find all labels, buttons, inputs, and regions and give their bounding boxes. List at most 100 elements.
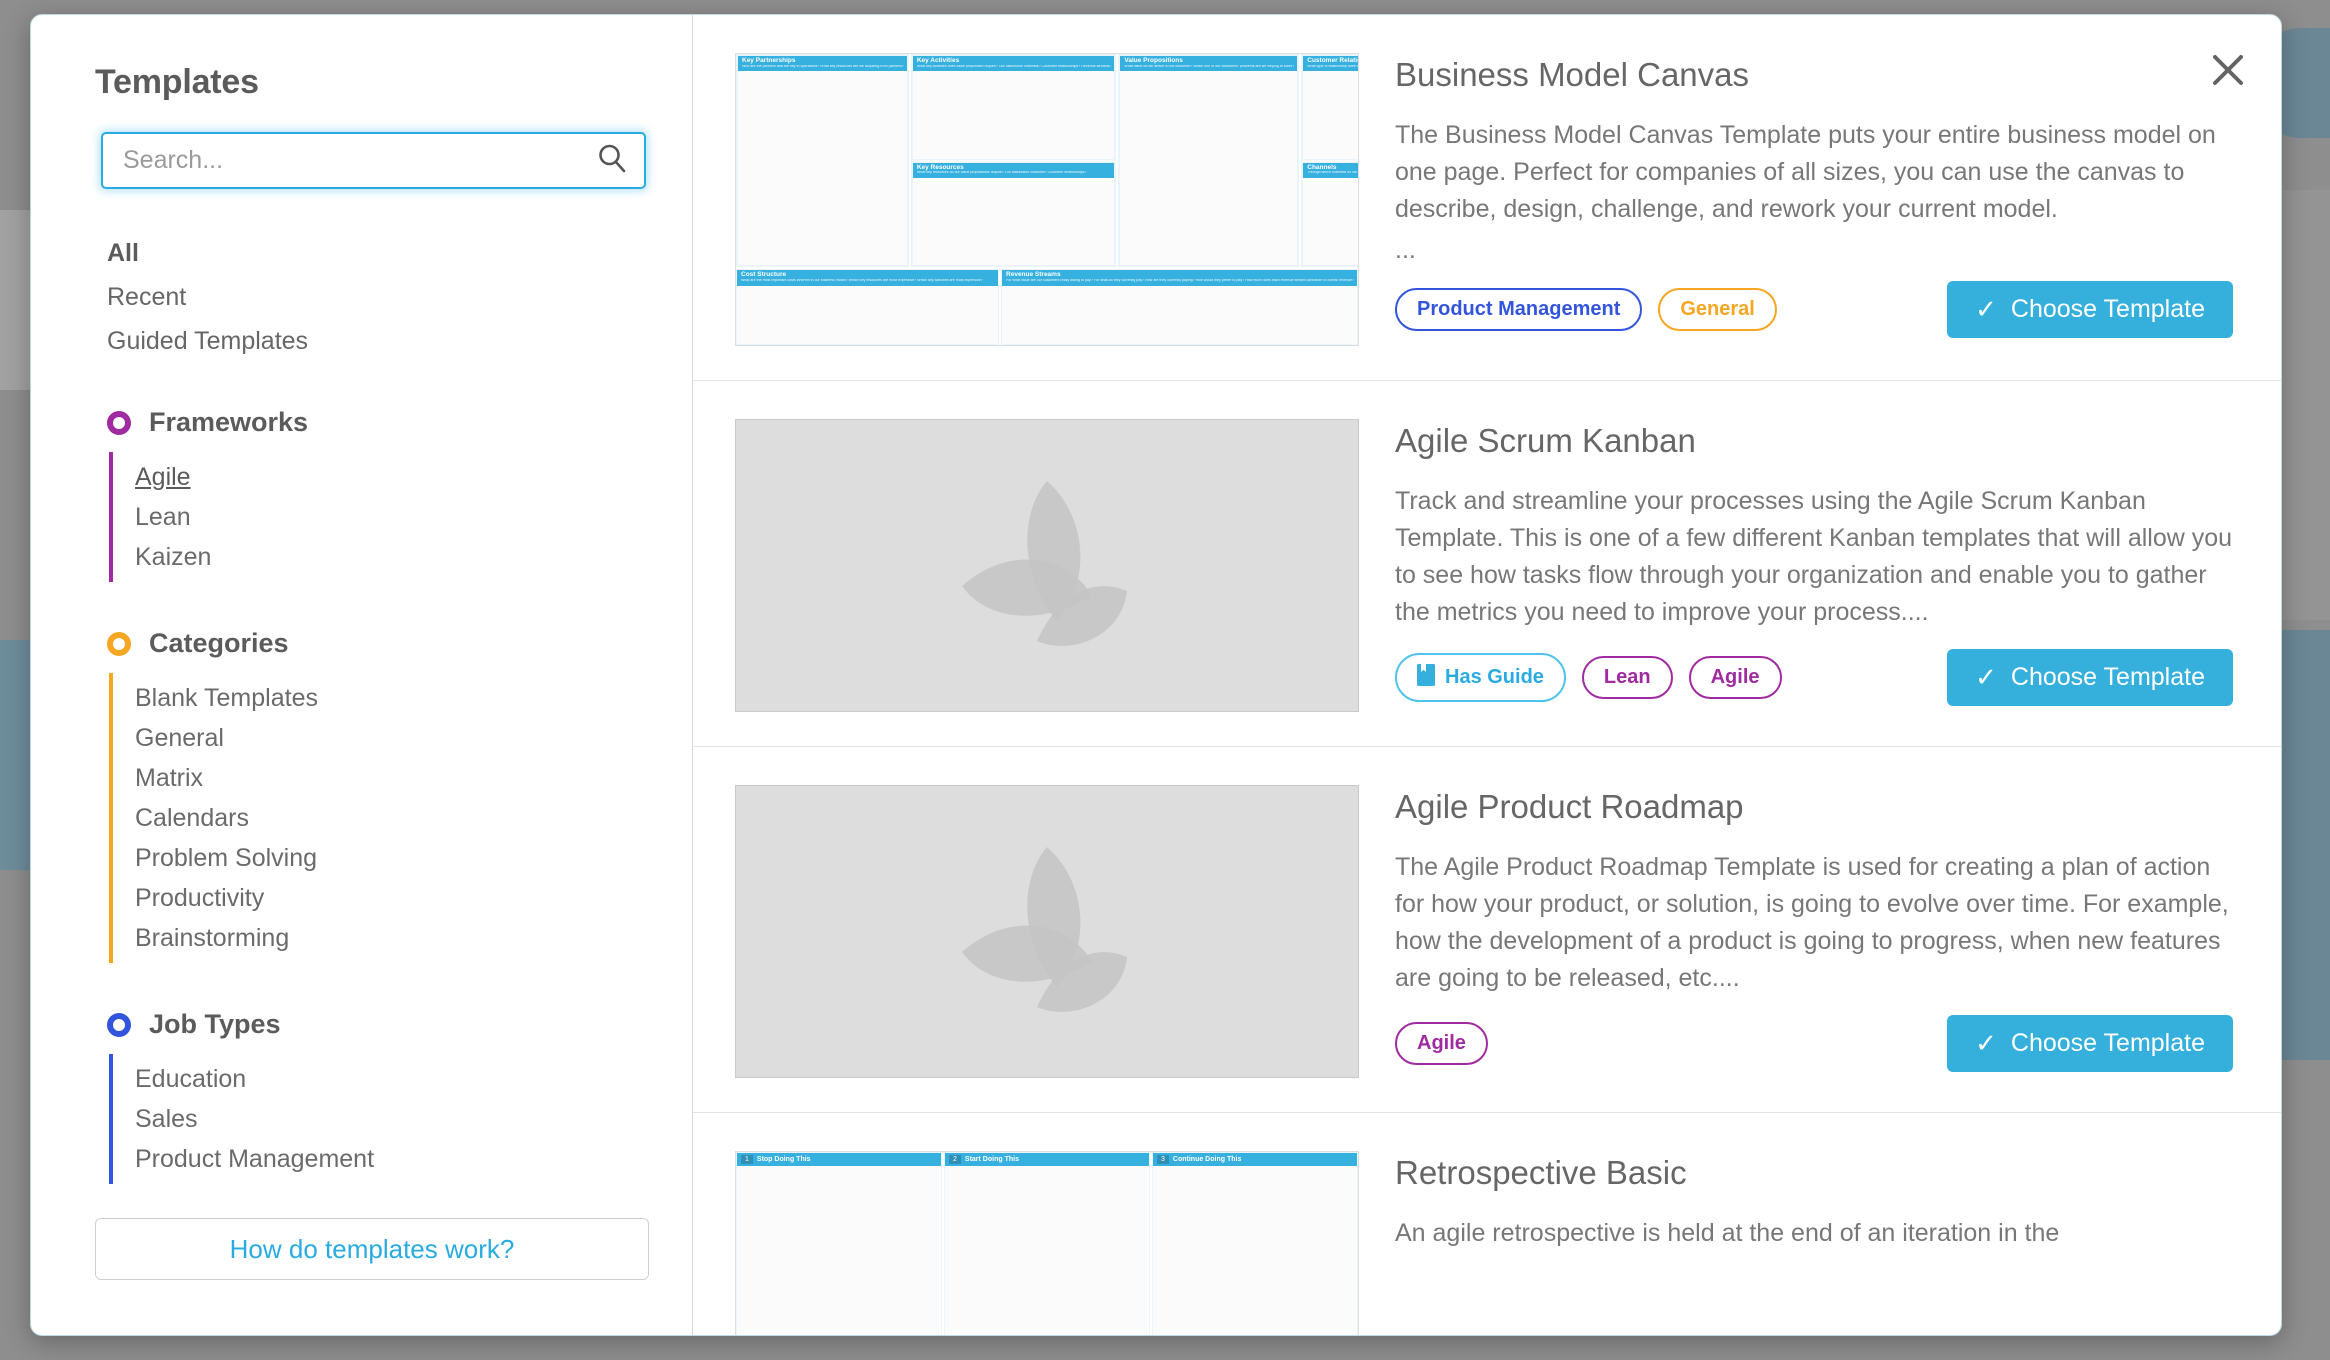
bmc-cell-header: Cost Structure What are the most importa… <box>737 270 999 286</box>
template-badges: Product Management General <box>1395 287 1777 331</box>
bmc-cell-body <box>1303 177 1358 266</box>
template-description: The Agile Product Roadmap Template is us… <box>1395 852 2229 992</box>
template-badges: Agile <box>1395 1021 1488 1065</box>
template-title: Agile Product Roadmap <box>1395 788 1744 825</box>
retrospective-diagram: 1 Stop Doing This 2 Start Doing This 3 C… <box>736 1152 1358 1335</box>
sidebar-item-all[interactable]: All <box>107 233 139 273</box>
choose-template-label: Choose Template <box>2010 294 2205 323</box>
template-thumbnail-placeholder[interactable] <box>735 785 1359 1078</box>
search-box[interactable] <box>101 132 646 189</box>
sidebar-item-problem-solving[interactable]: Problem Solving <box>135 838 317 878</box>
sidebar-item-general[interactable]: General <box>135 718 224 758</box>
sidebar-item-matrix[interactable]: Matrix <box>135 758 203 798</box>
sidebar-item-productivity[interactable]: Productivity <box>135 878 264 918</box>
template-description: The Business Model Canvas Template puts … <box>1395 120 2216 223</box>
bmc-diagram: Key Partnerships Who are the partners th… <box>736 54 1358 345</box>
template-footer: Agile ✓ Choose Template <box>1395 1014 2233 1072</box>
bmc-cell-title: Channels <box>1307 163 1337 171</box>
bmc-cell-header: Key Activities What key activities does … <box>912 56 1115 72</box>
close-icon[interactable] <box>2199 41 2257 99</box>
badge-product-management[interactable]: Product Management <box>1395 287 1643 331</box>
sidebar-item-recent[interactable]: Recent <box>107 277 186 317</box>
how-do-templates-work-button[interactable]: How do templates work? <box>95 1218 649 1280</box>
bmc-cell-body <box>737 285 999 344</box>
template-info: Agile Scrum Kanban Track and streamline … <box>1395 419 2233 706</box>
bmc-cell-body <box>912 177 1115 266</box>
sidebar-item-kaizen[interactable]: Kaizen <box>135 537 211 577</box>
retro-column-number: 3 <box>1157 1155 1169 1164</box>
badge-agile[interactable]: Agile <box>1395 1021 1488 1065</box>
bmc-cell: Value Propositions What value do we deli… <box>1119 55 1299 267</box>
sidebar-item-brainstorming[interactable]: Brainstorming <box>135 918 289 958</box>
bmc-cell-title: Key Resources <box>916 163 964 171</box>
group-items-categories: Blank Templates General Matrix Calendars… <box>109 673 692 963</box>
badge-agile[interactable]: Agile <box>1688 655 1782 699</box>
template-thumbnail-business-model-canvas[interactable]: Key Partnerships Who are the partners th… <box>735 53 1359 346</box>
template-thumbnail-placeholder[interactable] <box>735 419 1359 712</box>
group-title-job-types: Job Types <box>149 1009 281 1039</box>
choose-template-button[interactable]: ✓ Choose Template <box>1947 648 2233 706</box>
choose-template-button[interactable]: ✓ Choose Template <box>1947 1014 2233 1072</box>
circle-bullet-icon <box>107 1012 131 1037</box>
sidebar-item-agile[interactable]: Agile <box>135 457 191 497</box>
backdrop-right-strip-lower <box>2282 630 2330 1060</box>
bmc-column: Customer Relationships What type of rela… <box>1301 54 1359 268</box>
bmc-cell-header: Key Partnerships Who are the partners th… <box>738 56 907 72</box>
badge-general[interactable]: General <box>1658 287 1777 331</box>
retro-column-number: 2 <box>949 1155 961 1164</box>
sidebar-group-frameworks: Frameworks Agile Lean Kaizen <box>107 361 692 582</box>
choose-template-label: Choose Template <box>2010 1028 2205 1057</box>
bmc-cell-body <box>738 71 907 266</box>
bmc-cell-subtitle: What are the most important costs inhere… <box>741 278 983 282</box>
badge-has-guide[interactable]: Has Guide <box>1395 652 1566 702</box>
choose-template-button[interactable]: ✓ Choose Template <box>1947 280 2233 338</box>
bmc-cell: Key Resources What key resources do our … <box>911 161 1116 267</box>
bmc-cell-subtitle: What type of relationship does each of o… <box>1307 64 1359 68</box>
templates-list[interactable]: Key Partnerships Who are the partners th… <box>693 15 2281 1335</box>
template-thumbnail-retrospective[interactable]: 1 Stop Doing This 2 Start Doing This 3 C… <box>735 1151 1359 1335</box>
sidebar-item-product-management[interactable]: Product Management <box>135 1139 374 1179</box>
bmc-column: Key Partnerships Who are the partners th… <box>736 54 909 268</box>
sidebar-item-guided-templates[interactable]: Guided Templates <box>107 321 308 361</box>
template-badges: Has Guide Lean Agile <box>1395 652 1782 702</box>
retro-column-body <box>1153 1166 1357 1335</box>
template-info: Agile Product Roadmap The Agile Product … <box>1395 785 2233 1072</box>
retro-column: 2 Start Doing This <box>944 1152 1150 1335</box>
choose-template-label: Choose Template <box>2010 662 2205 691</box>
bmc-cell-title: Value Propositions <box>1124 57 1183 64</box>
template-title: Agile Scrum Kanban <box>1395 422 1696 459</box>
bmc-cell-title: Key Activities <box>916 57 960 64</box>
quick-links: All Recent Guided Templates <box>107 233 692 361</box>
bmc-cell-header: Key Resources What key resources do our … <box>912 162 1115 178</box>
retro-column-header: 1 Stop Doing This <box>737 1153 941 1166</box>
bmc-cell: Channels Through which channels do our c… <box>1302 161 1358 267</box>
bmc-cell: Revenue Streams For what value are our c… <box>1001 269 1358 345</box>
bmc-cell-body <box>1002 285 1357 344</box>
image-placeholder-icon <box>962 846 1127 1012</box>
template-description: Track and streamline your processes usin… <box>1395 486 2233 626</box>
sidebar-item-calendars[interactable]: Calendars <box>135 798 249 838</box>
templates-modal: Templates All Recent Guided Templates <box>30 14 2282 1336</box>
template-card[interactable]: Agile Scrum Kanban Track and streamline … <box>693 381 2281 747</box>
search-icon[interactable] <box>596 142 628 179</box>
retro-column: 3 Continue Doing This <box>1152 1152 1358 1335</box>
group-header-frameworks: Frameworks <box>107 407 692 438</box>
sidebar-item-blank-templates[interactable]: Blank Templates <box>135 678 318 718</box>
template-card[interactable]: Agile Product Roadmap The Agile Product … <box>693 747 2281 1113</box>
retro-column-number: 1 <box>741 1155 753 1164</box>
check-icon: ✓ <box>1975 1028 1997 1059</box>
badge-lean[interactable]: Lean <box>1581 655 1673 699</box>
sidebar-item-education[interactable]: Education <box>135 1059 246 1099</box>
bmc-cell-subtitle: What value do we deliver to the customer… <box>1124 64 1295 68</box>
template-card[interactable]: Key Partnerships Who are the partners th… <box>693 15 2281 381</box>
backdrop-right-strip <box>2282 190 2330 620</box>
group-items-job-types: Education Sales Product Management <box>109 1054 692 1184</box>
sidebar-item-lean[interactable]: Lean <box>135 497 191 537</box>
retro-column-label: Continue Doing This <box>1172 1156 1242 1163</box>
search-input[interactable] <box>123 146 596 175</box>
retro-column-label: Stop Doing This <box>756 1156 811 1163</box>
template-card[interactable]: 1 Stop Doing This 2 Start Doing This 3 C… <box>693 1113 2281 1335</box>
search-field-wrapper <box>101 132 646 189</box>
sidebar-item-sales[interactable]: Sales <box>135 1099 198 1139</box>
bmc-column: Value Propositions What value do we deli… <box>1118 54 1300 268</box>
